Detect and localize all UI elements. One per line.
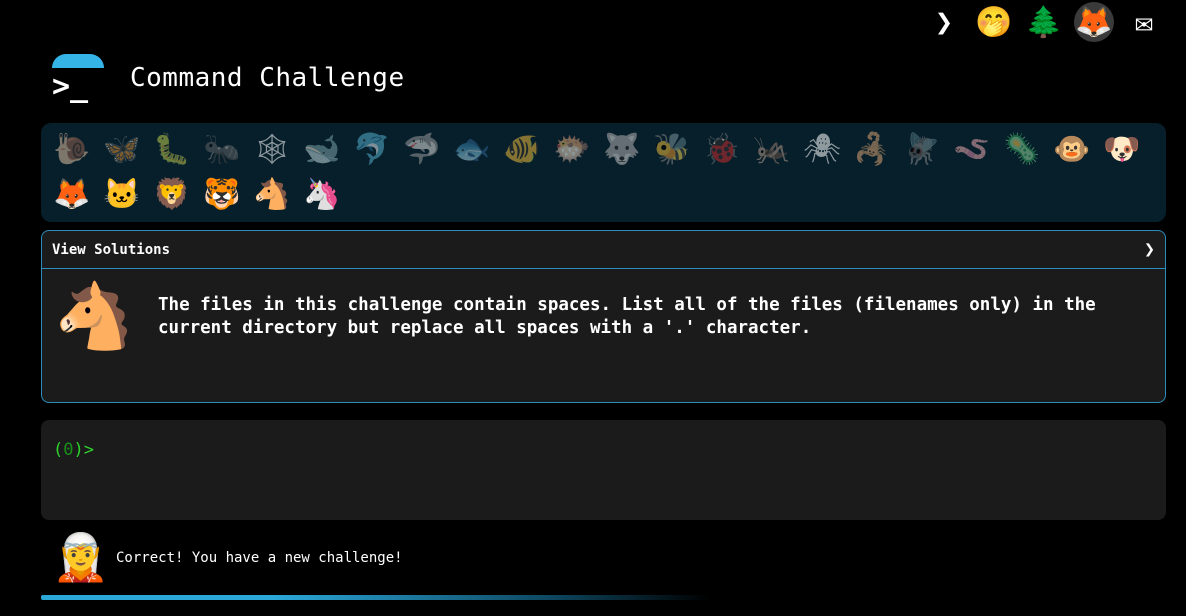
dolphin-icon[interactable]: 🐬: [347, 127, 397, 172]
prompt-open: (: [53, 440, 64, 460]
command-input[interactable]: [97, 440, 998, 460]
terminal[interactable]: (0)>: [41, 420, 1166, 520]
view-solutions-label: View Solutions: [52, 241, 171, 258]
logo-umbrella: [52, 54, 104, 68]
fox-icon[interactable]: 🦊: [47, 172, 97, 217]
challenge-body: 🐴 The files in this challenge contain sp…: [42, 269, 1165, 354]
top-icon-bar: ❯ 🤭 🌲 🦊 ✉: [924, 2, 1164, 42]
monkey-icon[interactable]: 🐵: [1047, 127, 1097, 172]
header: >_ Command Challenge: [50, 52, 405, 104]
app-logo-icon[interactable]: >_: [50, 52, 104, 104]
command-logo-icon[interactable]: ❯: [924, 2, 964, 42]
tiger-icon[interactable]: 🐯: [197, 172, 247, 217]
command-logo-glyph: ❯: [934, 4, 954, 40]
blowfish-icon[interactable]: 🐡: [547, 127, 597, 172]
elf-icon: 🧝: [52, 530, 110, 584]
status-message: 🧝 Correct! You have a new challenge!: [52, 530, 403, 585]
challenge-description: The files in this challenge contain spac…: [158, 294, 1096, 338]
tree-icon[interactable]: 🌲: [1024, 2, 1064, 42]
ant-icon[interactable]: 🐜: [197, 127, 247, 172]
fly-icon[interactable]: 🪰: [897, 127, 947, 172]
spider-web-icon[interactable]: 🕸: [247, 127, 297, 172]
prompt-line: (0)>: [53, 440, 1154, 460]
wolf-icon[interactable]: 🐺: [597, 127, 647, 172]
progress-bar: [41, 595, 711, 600]
worm-icon[interactable]: 🪱: [947, 127, 997, 172]
spider-icon[interactable]: 🕷: [797, 127, 847, 172]
page-title: Command Challenge: [130, 63, 405, 93]
caterpillar-icon[interactable]: 🐛: [147, 127, 197, 172]
solutions-header[interactable]: View Solutions ❯: [42, 231, 1165, 269]
horse-icon: 🐴: [54, 280, 134, 354]
microbe-icon[interactable]: 🦠: [997, 127, 1047, 172]
chevron-right-icon[interactable]: ❯: [1144, 239, 1155, 260]
tree-glyph: 🌲: [1025, 4, 1063, 40]
status-text: Correct! You have a new challenge!: [116, 549, 403, 566]
challenge-animals-bar: 🐌 🦋 🐛 🐜 🕸 🐋 🐬 🦈 🐟 🐠 🐡 🐺 🐝 🐞 🦗 🕷 🦂 🪰 🪱 🦠 🐵 🐶 🦊 🐱 🦁 🐯 🐴 🦄: [41, 123, 1166, 222]
gitlab-glyph: 🦊: [1075, 4, 1113, 40]
bee-icon[interactable]: 🐝: [647, 127, 697, 172]
butterfly-icon[interactable]: 🦋: [97, 127, 147, 172]
app-root: ❯ 🤭 🌲 🦊 ✉ >_ Command Challenge 🐌 🦋 🐛 🐜 🕸 🐋 🐬 🦈 🐟…: [0, 0, 1186, 616]
gitlab-icon[interactable]: 🦊: [1074, 2, 1114, 42]
ladybug-icon[interactable]: 🐞: [697, 127, 747, 172]
prompt-count: 0: [63, 440, 74, 460]
tropical-fish-icon[interactable]: 🐠: [497, 127, 547, 172]
whale-icon[interactable]: 🐋: [297, 127, 347, 172]
horse-icon[interactable]: 🐴: [247, 172, 297, 217]
mail-icon[interactable]: ✉: [1124, 2, 1164, 42]
solutions-panel: View Solutions ❯ 🐴 The files in this cha…: [41, 230, 1166, 403]
cricket-icon[interactable]: 🦗: [747, 127, 797, 172]
cat-icon[interactable]: 🐱: [97, 172, 147, 217]
shark-icon[interactable]: 🦈: [397, 127, 447, 172]
scorpion-icon[interactable]: 🦂: [847, 127, 897, 172]
prompt-close: )>: [73, 440, 94, 460]
dog-icon[interactable]: 🐶: [1097, 127, 1147, 172]
emoji-face-icon[interactable]: 🤭: [974, 2, 1014, 42]
unicorn-icon[interactable]: 🦄: [297, 172, 347, 217]
snail-icon[interactable]: 🐌: [47, 127, 97, 172]
emoji-face-glyph: 🤭: [975, 4, 1013, 40]
logo-prompt: >_: [52, 69, 89, 104]
lion-icon[interactable]: 🦁: [147, 172, 197, 217]
fish-icon[interactable]: 🐟: [447, 127, 497, 172]
mail-glyph: ✉: [1134, 4, 1154, 40]
